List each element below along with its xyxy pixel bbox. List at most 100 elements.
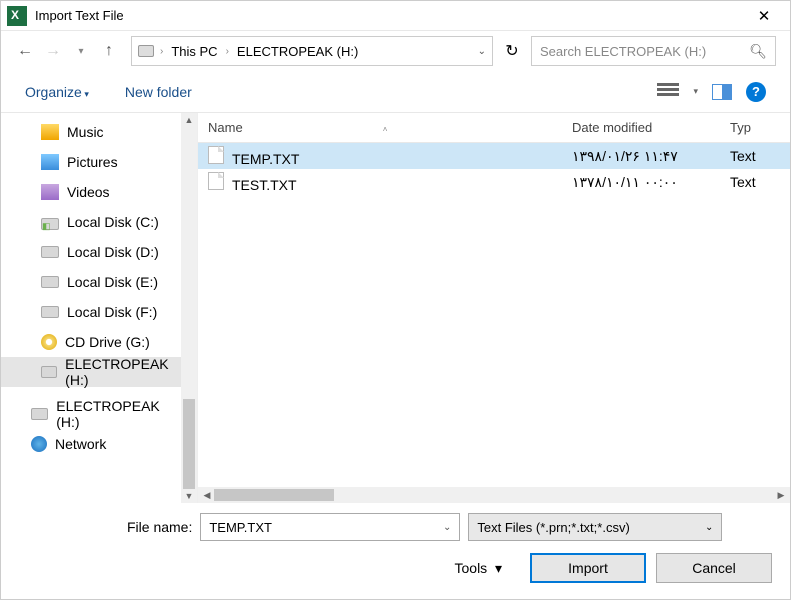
cancel-button[interactable]: Cancel: [656, 553, 772, 583]
sidebar-item-label: Local Disk (C:): [67, 214, 159, 230]
import-text-file-dialog: Import Text File ✕ ← → ▾ ↑ › This PC › E…: [0, 0, 791, 600]
file-date: ۱۳۹۸/۰۱/۲۶ ۱۱:۴۷: [562, 148, 720, 165]
file-type: Text: [720, 174, 790, 190]
sidebar-item[interactable]: Local Disk (E:): [1, 267, 181, 297]
pictures-icon: [41, 154, 59, 170]
organize-menu[interactable]: Organize: [25, 84, 89, 100]
scroll-thumb[interactable]: [214, 489, 334, 501]
file-row[interactable]: TEST.TXT ۱۳۷۸/۱۰/۱۱ ۰۰:۰۰Text: [198, 169, 790, 195]
network-icon: [31, 436, 47, 452]
filename-value: TEMP.TXT: [209, 520, 272, 535]
sidebar-item[interactable]: Music: [1, 117, 181, 147]
refresh-button[interactable]: ↻: [499, 36, 525, 66]
sidebar-item[interactable]: Local Disk (F:): [1, 297, 181, 327]
sidebar-item[interactable]: ELECTROPEAK (H:): [1, 357, 181, 387]
column-type[interactable]: Typ: [720, 120, 790, 135]
sidebar-scrollbar[interactable]: ▲ ▼: [181, 113, 197, 503]
view-options-button[interactable]: [657, 83, 679, 101]
file-icon: [208, 146, 224, 164]
sidebar-item[interactable]: CD Drive (G:): [1, 327, 181, 357]
new-folder-button[interactable]: New folder: [125, 84, 192, 100]
tools-menu[interactable]: Tools ▾: [455, 560, 503, 577]
history-dropdown[interactable]: ▾: [71, 46, 91, 57]
toolbar: Organize New folder ▾ ?: [1, 71, 790, 113]
sidebar-item-label: ELECTROPEAK (H:): [65, 356, 181, 388]
search-placeholder: Search ELECTROPEAK (H:): [540, 44, 706, 59]
search-input[interactable]: Search ELECTROPEAK (H:) 🔍︎: [531, 36, 776, 66]
address-bar[interactable]: › This PC › ELECTROPEAK (H:) ⌄: [131, 36, 493, 66]
breadcrumb-root[interactable]: This PC: [169, 44, 219, 59]
nav-row: ← → ▾ ↑ › This PC › ELECTROPEAK (H:) ⌄ ↻…: [1, 31, 790, 71]
file-date: ۱۳۷۸/۱۰/۱۱ ۰۰:۰۰: [562, 174, 720, 191]
sidebar-item-label: ELECTROPEAK (H:): [56, 398, 181, 430]
address-dropdown[interactable]: ⌄: [478, 46, 486, 57]
sidebar-item-label: Local Disk (F:): [67, 304, 157, 320]
up-button[interactable]: ↑: [99, 42, 119, 60]
filter-value: Text Files (*.prn;*.txt;*.csv): [477, 520, 629, 535]
sidebar-item[interactable]: Local Disk (D:): [1, 237, 181, 267]
nav-arrows: ← → ▾ ↑: [15, 42, 119, 60]
drive-icon: [31, 408, 48, 420]
localdisk-icon: [41, 218, 59, 230]
drive-icon: [41, 306, 59, 318]
search-icon[interactable]: 🔍︎: [749, 43, 767, 60]
drive-icon: [41, 276, 59, 288]
sidebar-item[interactable]: Videos: [1, 177, 181, 207]
horizontal-scrollbar[interactable]: ◀ ▶: [198, 487, 790, 503]
file-icon: [208, 172, 224, 190]
drive-icon: [138, 45, 154, 57]
sidebar-item-label: Local Disk (D:): [67, 244, 159, 260]
scroll-thumb[interactable]: [183, 399, 195, 489]
videos-icon: [41, 184, 59, 200]
filename-input[interactable]: TEMP.TXT ⌄: [200, 513, 460, 541]
sidebar: Music Pictures Videos Local Disk (C:) Local …: [1, 113, 197, 503]
sidebar-item-label: Videos: [67, 184, 110, 200]
preview-pane-button[interactable]: [712, 84, 732, 100]
close-button[interactable]: ✕: [744, 7, 784, 25]
filename-dropdown[interactable]: ⌄: [443, 522, 451, 533]
sidebar-item-label: Pictures: [67, 154, 118, 170]
sidebar-item-label: CD Drive (G:): [65, 334, 150, 350]
sidebar-item[interactable]: Pictures: [1, 147, 181, 177]
breadcrumb-current[interactable]: ELECTROPEAK (H:): [235, 44, 360, 59]
body: Music Pictures Videos Local Disk (C:) Local …: [1, 113, 790, 503]
file-name: TEMP.TXT: [232, 151, 299, 167]
button-row: Tools ▾ Import Cancel: [19, 553, 772, 583]
scroll-right-icon[interactable]: ▶: [774, 490, 788, 501]
forward-button[interactable]: →: [43, 42, 63, 60]
column-name[interactable]: Name˄: [198, 120, 562, 135]
sidebar-item[interactable]: ELECTROPEAK (H:): [1, 399, 181, 429]
scroll-up-icon[interactable]: ▲: [185, 115, 194, 125]
drive-icon: [41, 366, 57, 378]
file-name: TEST.TXT: [232, 177, 297, 193]
dialog-title: Import Text File: [35, 8, 744, 23]
sidebar-item-label: Music: [67, 124, 104, 140]
sidebar-item-label: Local Disk (E:): [67, 274, 158, 290]
sidebar-item[interactable]: Network: [1, 429, 181, 459]
import-button[interactable]: Import: [530, 553, 646, 583]
nav-tree: Music Pictures Videos Local Disk (C:) Local …: [1, 113, 181, 503]
help-button[interactable]: ?: [746, 82, 766, 102]
excel-icon: [7, 6, 27, 26]
file-pane: Name˄ Date modified Typ TEMP.TXT ۱۳۹۸/۰۱/…: [197, 113, 790, 503]
column-date[interactable]: Date modified: [562, 120, 720, 135]
sidebar-item-label: Network: [55, 436, 106, 452]
file-row[interactable]: TEMP.TXT۱۳۹۸/۰۱/۲۶ ۱۱:۴۷Text: [198, 143, 790, 169]
sort-indicator-icon: ˄: [383, 125, 388, 134]
titlebar: Import Text File ✕: [1, 1, 790, 31]
view-dropdown[interactable]: ▾: [693, 86, 698, 97]
bottom-panel: File name: TEMP.TXT ⌄ Text Files (*.prn;…: [1, 503, 790, 599]
music-icon: [41, 124, 59, 140]
file-list: TEMP.TXT ۱۳۹۸/۰۱/۲۶ ۱۱:۴۷Text TEST.TXT ۱۳۷۸…: [198, 143, 790, 487]
cd-icon: [41, 334, 57, 350]
chevron-down-icon: ⌄: [705, 522, 713, 533]
chevron-right-icon[interactable]: ›: [226, 46, 229, 57]
drive-icon: [41, 246, 59, 258]
scroll-left-icon[interactable]: ◀: [200, 490, 214, 501]
chevron-right-icon[interactable]: ›: [160, 46, 163, 57]
back-button[interactable]: ←: [15, 42, 35, 60]
scroll-down-icon[interactable]: ▼: [185, 491, 194, 501]
filetype-filter[interactable]: Text Files (*.prn;*.txt;*.csv) ⌄: [468, 513, 722, 541]
filename-label: File name:: [127, 519, 192, 535]
sidebar-item[interactable]: Local Disk (C:): [1, 207, 181, 237]
